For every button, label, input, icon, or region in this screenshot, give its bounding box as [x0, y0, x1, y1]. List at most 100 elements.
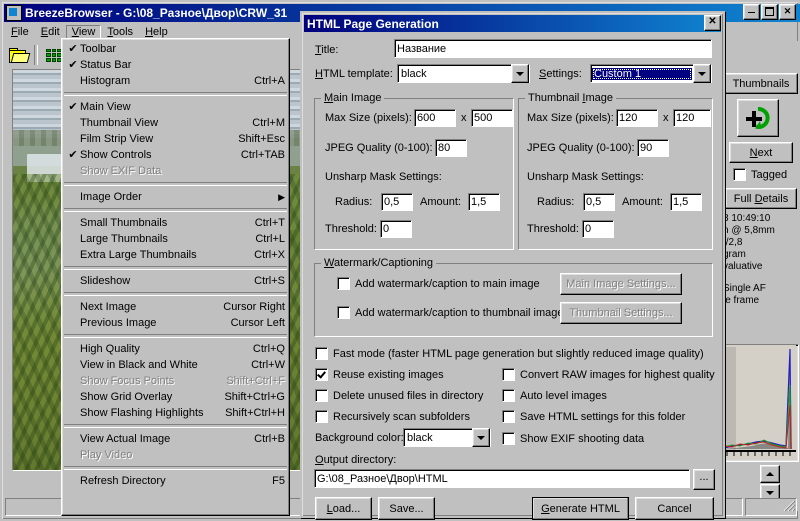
menu-item-histogram[interactable]: HistogramCtrl+A: [62, 73, 289, 89]
menu-item-extra-large-thumbnails[interactable]: Extra Large ThumbnailsCtrl+X: [62, 247, 289, 263]
save-button-label: Save...: [389, 503, 423, 515]
menu-item-checkmark: ✔: [66, 100, 80, 114]
thumb-radius-input[interactable]: 0,5: [583, 193, 615, 211]
delete-unused-files-row[interactable]: Delete unused files in directory: [315, 389, 483, 402]
thumb-x-label: x: [663, 112, 669, 124]
chevron-down-icon[interactable]: [511, 64, 529, 83]
thumb-max-height-input[interactable]: 120: [673, 109, 711, 127]
menu-item-small-thumbnails[interactable]: Small ThumbnailsCtrl+T: [62, 215, 289, 231]
menu-item-shortcut: Ctrl+W: [241, 359, 285, 371]
menu-item-view-actual-image[interactable]: View Actual ImageCtrl+B: [62, 431, 289, 447]
menu-edit[interactable]: Edit: [35, 25, 66, 39]
app-logo-icon: [6, 5, 22, 21]
chevron-down-icon[interactable]: [472, 428, 490, 447]
full-details-button[interactable]: Full Details: [725, 188, 797, 209]
recursive-scan-checkbox[interactable]: [315, 410, 328, 423]
menu-item-status-bar[interactable]: ✔Status Bar: [62, 57, 289, 73]
title-input[interactable]: Название: [394, 39, 712, 58]
menu-item-show-grid-overlay[interactable]: Show Grid OverlayShift+Ctrl+G: [62, 389, 289, 405]
watermark-thumb-checkbox[interactable]: [337, 306, 350, 319]
menu-item-label: View Actual Image: [80, 433, 244, 445]
save-html-settings-row[interactable]: Save HTML settings for this folder: [502, 410, 685, 423]
cancel-button[interactable]: Cancel: [635, 497, 714, 520]
main-amount-input[interactable]: 1,5: [468, 193, 500, 211]
menu-file[interactable]: File: [5, 25, 35, 39]
close-button[interactable]: ✕: [779, 4, 796, 20]
output-directory-input[interactable]: G:\08_Разное\Двор\HTML: [314, 469, 690, 488]
tagged-row[interactable]: Tagged: [733, 168, 799, 181]
auto-level-row[interactable]: Auto level images: [502, 389, 607, 402]
thumbnails-button[interactable]: Thumbnails: [724, 73, 798, 94]
watermark-main-checkbox-row[interactable]: Add watermark/caption to main image: [337, 277, 540, 290]
menu-tools[interactable]: Tools: [101, 25, 139, 39]
generate-html-button[interactable]: Generate HTML: [532, 497, 629, 520]
main-radius-input[interactable]: 0,5: [381, 193, 413, 211]
scroll-spinner[interactable]: [760, 465, 780, 499]
resize-grip[interactable]: [782, 499, 796, 513]
menu-item-show-flashing-highlights[interactable]: Show Flashing HighlightsShift+Ctrl+H: [62, 405, 289, 421]
watermark-main-checkbox[interactable]: [337, 277, 350, 290]
dialog-close-button[interactable]: ✕: [704, 15, 721, 31]
view-dropdown-menu[interactable]: ✔Toolbar✔Status BarHistogramCtrl+A ✔Main …: [61, 38, 290, 516]
open-folder-button[interactable]: [5, 43, 31, 68]
menu-item-large-thumbnails[interactable]: Large ThumbnailsCtrl+L: [62, 231, 289, 247]
tagged-checkbox[interactable]: [733, 168, 746, 181]
scroll-up-button[interactable]: [760, 465, 780, 483]
settings-combo[interactable]: Custom 1: [590, 64, 712, 83]
next-button[interactable]: Next: [729, 142, 793, 163]
html-template-combo[interactable]: black: [397, 64, 530, 83]
chevron-down-icon[interactable]: [693, 64, 711, 83]
load-button[interactable]: Load...: [315, 497, 372, 520]
thumb-max-width-input[interactable]: 120: [616, 109, 658, 127]
reuse-existing-images-checkbox[interactable]: [315, 368, 328, 381]
browse-output-button[interactable]: ...: [693, 469, 715, 490]
thumb-jpeg-quality-input[interactable]: 90: [637, 139, 669, 157]
menu-view[interactable]: View: [66, 25, 102, 39]
show-exif-row[interactable]: Show EXIF shooting data: [502, 432, 644, 445]
background-color-combo[interactable]: black: [403, 428, 491, 447]
menu-item-high-quality[interactable]: High QualityCtrl+Q: [62, 341, 289, 357]
html-page-generation-dialog: HTML Page Generation ✕ Title: Название H…: [300, 11, 725, 518]
menu-item-next-image[interactable]: Next ImageCursor Right: [62, 299, 289, 315]
menu-item-image-order[interactable]: Image Order▶: [62, 189, 289, 205]
main-threshold-input[interactable]: 0: [380, 220, 412, 238]
save-button[interactable]: Save...: [378, 497, 435, 520]
main-max-height-input[interactable]: 500: [471, 109, 513, 127]
rotate-plus-icon: [744, 105, 772, 131]
menu-item-slideshow[interactable]: SlideshowCtrl+S: [62, 273, 289, 289]
thumb-amount-input[interactable]: 1,5: [670, 193, 702, 211]
watermark-thumb-checkbox-row[interactable]: Add watermark/caption to thumbnail image: [337, 306, 564, 319]
menu-item-previous-image[interactable]: Previous ImageCursor Left: [62, 315, 289, 331]
fast-mode-row[interactable]: Fast mode (faster HTML page generation b…: [315, 347, 704, 360]
thumb-threshold-input[interactable]: 0: [582, 220, 614, 238]
save-html-settings-checkbox[interactable]: [502, 410, 515, 423]
thumbnail-settings-button[interactable]: Thumbnail Settings...: [560, 302, 682, 324]
thumb-usm-label: Unsharp Mask Settings:: [527, 171, 644, 183]
menu-item-thumbnail-view[interactable]: Thumbnail ViewCtrl+M: [62, 115, 289, 131]
menu-item-show-controls[interactable]: ✔Show ControlsCtrl+TAB: [62, 147, 289, 163]
show-exif-checkbox[interactable]: [502, 432, 515, 445]
menu-item-film-strip-view[interactable]: Film Strip ViewShift+Esc: [62, 131, 289, 147]
toolbar-separator: [34, 45, 38, 65]
menu-item-main-view[interactable]: ✔Main View: [62, 99, 289, 115]
reuse-existing-images-row[interactable]: Reuse existing images: [315, 368, 444, 381]
load-button-label: Load...: [327, 503, 361, 515]
convert-raw-checkbox[interactable]: [502, 368, 515, 381]
main-jpeg-quality-input[interactable]: 80: [435, 139, 467, 157]
convert-raw-row[interactable]: Convert RAW images for highest quality: [502, 368, 715, 381]
main-max-width-input[interactable]: 600: [414, 109, 456, 127]
delete-unused-files-checkbox[interactable]: [315, 389, 328, 402]
menu-help[interactable]: Help: [139, 25, 174, 39]
fast-mode-checkbox[interactable]: [315, 347, 328, 360]
rotate-button[interactable]: [737, 99, 779, 137]
dialog-title-bar[interactable]: HTML Page Generation: [304, 15, 721, 32]
menu-item-refresh-directory[interactable]: Refresh DirectoryF5: [62, 473, 289, 489]
maximize-button[interactable]: [761, 4, 778, 20]
minimize-button[interactable]: [743, 4, 760, 20]
main-image-settings-button[interactable]: Main Image Settings...: [560, 273, 682, 295]
auto-level-checkbox[interactable]: [502, 389, 515, 402]
menu-item-label: Thumbnail View: [80, 117, 242, 129]
menu-item-toolbar[interactable]: ✔Toolbar: [62, 41, 289, 57]
menu-item-view-in-black-and-white[interactable]: View in Black and WhiteCtrl+W: [62, 357, 289, 373]
recursive-scan-row[interactable]: Recursively scan subfolders: [315, 410, 470, 423]
